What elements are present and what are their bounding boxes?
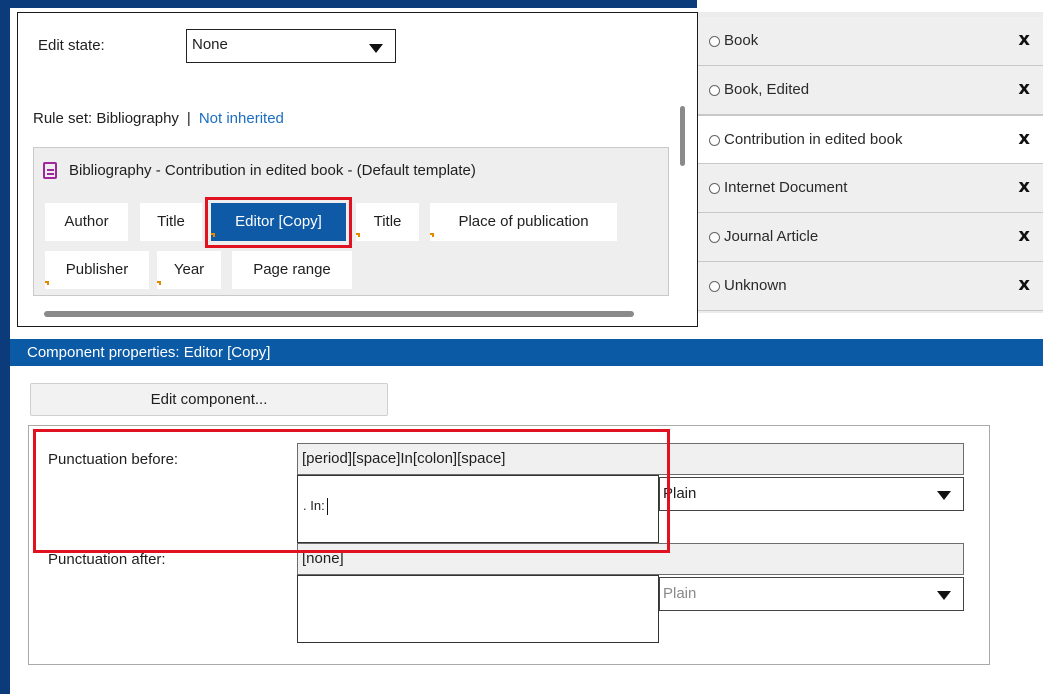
close-icon[interactable]: x bbox=[1018, 225, 1030, 246]
style-select-value: Plain bbox=[663, 585, 697, 602]
list-item-label: Internet Document bbox=[724, 179, 848, 196]
list-item-unknown[interactable]: Unknown x bbox=[698, 262, 1043, 311]
list-item-journal-article[interactable]: Journal Article x bbox=[698, 213, 1043, 262]
punctuation-after-style-select[interactable]: Plain bbox=[659, 577, 964, 611]
component-properties-header: Component properties: Editor [Copy] bbox=[10, 339, 1043, 366]
list-item-label: Book, Edited bbox=[724, 81, 810, 98]
chip-place-of-publication[interactable]: Place of publication bbox=[430, 203, 617, 241]
chip-year[interactable]: Year bbox=[157, 251, 221, 289]
template-type-list: Book x Book, Edited x Contribution in ed… bbox=[698, 12, 1043, 313]
close-icon[interactable]: x bbox=[1018, 128, 1030, 149]
selection-highlight bbox=[205, 197, 352, 248]
list-item-label: Book bbox=[724, 32, 759, 49]
radio-icon bbox=[709, 135, 720, 146]
punctuation-before-style-select[interactable]: Plain bbox=[659, 477, 964, 511]
insert-arrow-icon bbox=[430, 233, 434, 237]
chip-label: Title bbox=[157, 213, 185, 230]
chip-label: Title bbox=[373, 213, 402, 230]
insert-arrow-icon bbox=[356, 233, 360, 237]
radio-icon bbox=[709, 36, 720, 47]
template-component-box: Bibliography - Contribution in edited bo… bbox=[33, 147, 669, 296]
chip-page-range[interactable]: Page range bbox=[232, 251, 352, 289]
close-icon[interactable]: x bbox=[1018, 274, 1030, 295]
ruleset-line: Rule set: Bibliography | Not inherited bbox=[33, 110, 284, 127]
edit-state-label: Edit state: bbox=[38, 37, 105, 54]
window-frame-top bbox=[0, 0, 700, 8]
template-title: Bibliography - Contribution in edited bo… bbox=[69, 162, 476, 179]
chip-label: Place of publication bbox=[458, 213, 589, 230]
radio-icon bbox=[709, 281, 720, 292]
close-icon[interactable]: x bbox=[1018, 176, 1030, 197]
chip-label: Publisher bbox=[65, 261, 129, 278]
doc-icon bbox=[43, 162, 57, 179]
chip-label: Year bbox=[173, 261, 205, 278]
list-item-contribution[interactable]: Contribution in edited book x bbox=[698, 115, 1043, 164]
list-item-label: Unknown bbox=[724, 277, 787, 294]
radio-icon bbox=[709, 85, 720, 96]
template-editor-panel: Edit state: None Rule set: Bibliography |… bbox=[17, 12, 698, 327]
insert-arrow-icon bbox=[45, 281, 49, 285]
list-item-internet-document[interactable]: Internet Document x bbox=[698, 164, 1043, 213]
list-item-book[interactable]: Book x bbox=[698, 17, 1043, 66]
chevron-down-icon bbox=[369, 44, 383, 53]
not-inherited-link[interactable]: Not inherited bbox=[199, 110, 284, 127]
punctuation-highlight bbox=[33, 429, 670, 553]
list-item-label: Contribution in edited book bbox=[724, 131, 903, 148]
list-item-book-edited[interactable]: Book, Edited x bbox=[698, 66, 1043, 115]
window-frame-left bbox=[0, 0, 10, 694]
template-title-row: Bibliography - Contribution in edited bo… bbox=[43, 162, 476, 179]
ruleset-label: Rule set: Bibliography bbox=[33, 110, 179, 127]
chip-title[interactable]: Title bbox=[140, 203, 202, 241]
punctuation-after-input[interactable] bbox=[297, 575, 659, 643]
chip-label: Author bbox=[64, 213, 109, 230]
chip-label: Page range bbox=[253, 261, 331, 278]
insert-arrow-icon bbox=[157, 281, 161, 285]
close-icon[interactable]: x bbox=[1018, 29, 1030, 50]
vertical-scrollbar[interactable] bbox=[680, 106, 685, 166]
edit-component-button[interactable]: Edit component... bbox=[30, 383, 388, 416]
close-icon[interactable]: x bbox=[1018, 78, 1030, 99]
chip-publisher[interactable]: Publisher bbox=[45, 251, 149, 289]
edit-state-value: None bbox=[192, 36, 228, 53]
list-item-label: Journal Article bbox=[724, 228, 819, 245]
chip-author[interactable]: Author bbox=[45, 203, 128, 241]
punctuation-after-label: Punctuation after: bbox=[48, 551, 166, 568]
window-frame-top-right bbox=[697, 0, 1043, 8]
radio-icon bbox=[709, 183, 720, 194]
chevron-down-icon bbox=[937, 591, 951, 600]
horizontal-scrollbar[interactable] bbox=[44, 311, 634, 317]
radio-icon bbox=[709, 232, 720, 243]
ruleset-separator: | bbox=[186, 110, 191, 127]
edit-state-dropdown[interactable]: None bbox=[186, 29, 396, 63]
chevron-down-icon bbox=[937, 491, 951, 500]
chip-title-2[interactable]: Title bbox=[356, 203, 419, 241]
